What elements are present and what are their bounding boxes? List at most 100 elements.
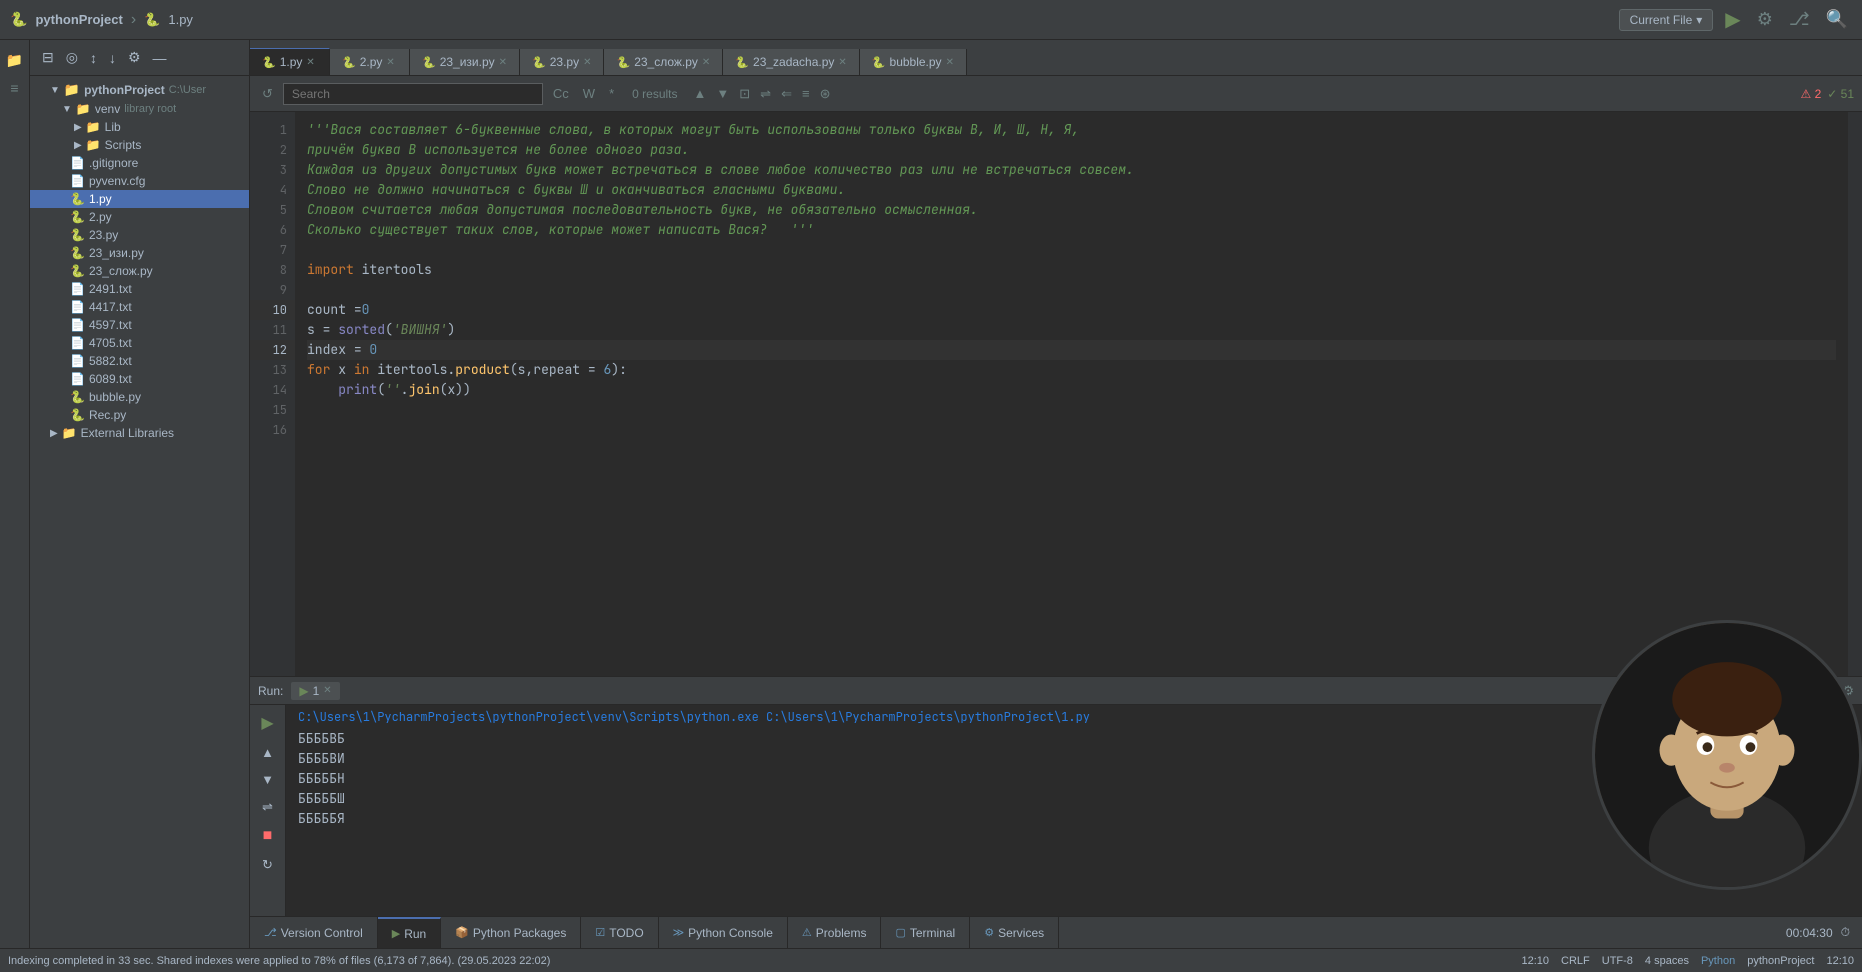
ext-lib-folder-icon: 📁 <box>62 426 77 440</box>
python-status[interactable]: Python <box>1701 955 1735 967</box>
tab-2py-close[interactable]: ✕ <box>386 57 394 68</box>
run-wrap-btn[interactable]: ⇌ <box>258 795 277 819</box>
tab-1py[interactable]: 🐍 1.py ✕ <box>250 48 330 75</box>
webcam-video <box>1595 623 1859 887</box>
external-libraries-item[interactable]: ▶ 📁 External Libraries <box>30 424 249 442</box>
status-bar: Indexing completed in 33 sec. Shared ind… <box>0 948 1862 972</box>
file-4705-item[interactable]: 📄 4705.txt <box>30 334 249 352</box>
run-play-btn[interactable]: ▶ <box>257 709 277 737</box>
indent-status[interactable]: 4 spaces <box>1645 955 1689 967</box>
btm-tab-todo[interactable]: ☑ TODO <box>581 917 658 949</box>
lib-item[interactable]: ▶ 📁 Lib <box>30 118 249 136</box>
search-next-btn[interactable]: ▼ <box>714 84 731 103</box>
run-stop-btn[interactable]: ■ <box>259 823 277 849</box>
search-arrow-btn[interactable]: ⇐ <box>779 84 794 104</box>
tab-bubble[interactable]: 🐍 bubble.py ✕ <box>860 49 967 75</box>
run-tab-close[interactable]: ✕ <box>323 685 331 696</box>
search-back-btn[interactable]: ↺ <box>258 84 277 104</box>
btm-tab-run[interactable]: ▶ Run <box>378 917 441 949</box>
tab-23slozh-close[interactable]: ✕ <box>702 57 710 68</box>
file-5882-item[interactable]: 📄 5882.txt <box>30 352 249 370</box>
file-2491-item[interactable]: 📄 2491.txt <box>30 280 249 298</box>
search-results: 0 results <box>624 87 685 101</box>
file-23py-item[interactable]: 🐍 23.py <box>30 226 249 244</box>
encoding-status[interactable]: UTF-8 <box>1602 955 1633 967</box>
locate-file-btn[interactable]: ◎ <box>62 47 82 68</box>
minimize-btn[interactable]: — <box>149 48 171 68</box>
tab-23izi[interactable]: 🐍 23_изи.py ✕ <box>410 49 520 75</box>
structure-icon-btn[interactable]: ≡ <box>3 76 27 100</box>
tab-23zadacha-close[interactable]: ✕ <box>838 57 846 68</box>
run-scroll-up-btn[interactable]: ▲ <box>257 741 278 764</box>
file-23slozh-item[interactable]: 🐍 23_слож.py <box>30 262 249 280</box>
file-tree-content: ▼ 📁 pythonProject C:\User ▼ 📁 venv libra… <box>30 76 249 948</box>
btm-tab-python-console[interactable]: ≫ Python Console <box>659 917 788 949</box>
tab-23py-close[interactable]: ✕ <box>583 57 591 68</box>
word-btn[interactable]: W <box>579 84 599 103</box>
btm-tab-problems[interactable]: ⚠ Problems <box>788 917 882 949</box>
scripts-item[interactable]: ▶ 📁 Scripts <box>30 136 249 154</box>
file-23izi-item[interactable]: 🐍 23_изи.py <box>30 244 249 262</box>
search-scope-btn[interactable]: ⊡ <box>737 84 752 104</box>
btm-tab-version-control[interactable]: ⎇ Version Control <box>250 917 378 949</box>
search-multiline-btn[interactable]: ⇌ <box>758 84 773 104</box>
run-scroll-down-btn[interactable]: ▼ <box>257 768 278 791</box>
file-4417-item[interactable]: 📄 4417.txt <box>30 298 249 316</box>
bottom-toolbar: ⎇ Version Control ▶ Run 📦 Python Package… <box>250 916 1862 948</box>
tab-23zadacha[interactable]: 🐍 23_zadacha.py ✕ <box>723 49 860 75</box>
project-root-item[interactable]: ▼ 📁 pythonProject C:\User <box>30 80 249 100</box>
search-filter-btn[interactable]: ⊛ <box>818 84 833 104</box>
search-prev-btn[interactable]: ▲ <box>692 84 709 103</box>
settings-icon[interactable]: ⚙ <box>124 47 145 68</box>
pyvenv-item[interactable]: 📄 pyvenv.cfg <box>30 172 249 190</box>
collapse-all-btn[interactable]: ⊟ <box>38 47 58 68</box>
venv-item[interactable]: ▼ 📁 venv library root <box>30 100 249 118</box>
search-everywhere-button[interactable]: 🔍 <box>1822 5 1852 34</box>
file-2py-item[interactable]: 🐍 2.py <box>30 208 249 226</box>
code-content[interactable]: '''Вася составляет 6-буквенные слова, в … <box>295 112 1848 676</box>
code-line-14: print(''.join(x)) <box>307 380 1836 400</box>
project-status[interactable]: pythonProject <box>1747 955 1814 967</box>
tab-23izi-close[interactable]: ✕ <box>499 57 507 68</box>
indexing-status: Indexing completed in 33 sec. Shared ind… <box>8 955 1509 967</box>
expand-btn[interactable]: ↕ <box>86 48 101 68</box>
tab-bubble-close[interactable]: ✕ <box>946 57 954 68</box>
run-button[interactable]: ▶ <box>1721 3 1744 36</box>
crlf-status[interactable]: CRLF <box>1561 955 1590 967</box>
coverage-button[interactable]: ⚙ <box>1753 5 1777 34</box>
search-input[interactable] <box>283 83 543 105</box>
tab-23slozh[interactable]: 🐍 23_слож.py ✕ <box>604 49 723 75</box>
case-sensitive-btn[interactable]: Cc <box>549 84 573 103</box>
btm-tab-terminal[interactable]: ▢ Terminal <box>881 917 970 949</box>
breadcrumb-sep: › <box>131 11 136 29</box>
profile-button[interactable]: ⎇ <box>1785 5 1814 34</box>
python-packages-icon: 📦 <box>455 926 469 939</box>
search-list-btn[interactable]: ≡ <box>800 84 812 103</box>
tab-23py[interactable]: 🐍 23.py ✕ <box>520 49 604 75</box>
tab-2py[interactable]: 🐍 2.py ✕ <box>330 49 410 75</box>
code-line-13: for x in itertools.product(s,repeat = 6)… <box>307 360 1836 380</box>
pyvenv-label: pyvenv.cfg <box>89 174 145 188</box>
current-file-dropdown[interactable]: Current File ▾ <box>1619 9 1714 31</box>
btm-tab-vc-label: Version Control <box>281 926 363 940</box>
btm-tab-run-label: Run <box>404 927 426 941</box>
file-bubble-item[interactable]: 🐍 bubble.py <box>30 388 249 406</box>
project-path-label: C:\User <box>169 84 206 96</box>
line-col-status[interactable]: 12:10 <box>1521 955 1549 967</box>
file-6089-item[interactable]: 📄 6089.txt <box>30 370 249 388</box>
code-editor[interactable]: 1 2 3 4 5 6 7 8 9 10 11 12 13 14 15 16 <box>250 112 1862 676</box>
run-tab-1[interactable]: ▶ 1 ✕ <box>291 682 339 700</box>
sort-btn[interactable]: ↓ <box>105 48 120 68</box>
regex-btn[interactable]: * <box>605 84 618 103</box>
btm-tab-python-packages[interactable]: 📦 Python Packages <box>441 917 581 949</box>
gitignore-item[interactable]: 📄 .gitignore <box>30 154 249 172</box>
project-icon-btn[interactable]: 📁 <box>3 48 27 72</box>
file-4597-item[interactable]: 📄 4597.txt <box>30 316 249 334</box>
left-sidebar-icons: 📁 ≡ <box>0 40 30 948</box>
run-rerun-btn[interactable]: ↻ <box>258 853 277 877</box>
line-num-11: 11 <box>250 320 295 340</box>
tab-1py-close[interactable]: ✕ <box>306 57 314 68</box>
file-1py-item[interactable]: 🐍 1.py <box>30 190 249 208</box>
btm-tab-services[interactable]: ⚙ Services <box>970 917 1059 949</box>
file-rec-item[interactable]: 🐍 Rec.py <box>30 406 249 424</box>
